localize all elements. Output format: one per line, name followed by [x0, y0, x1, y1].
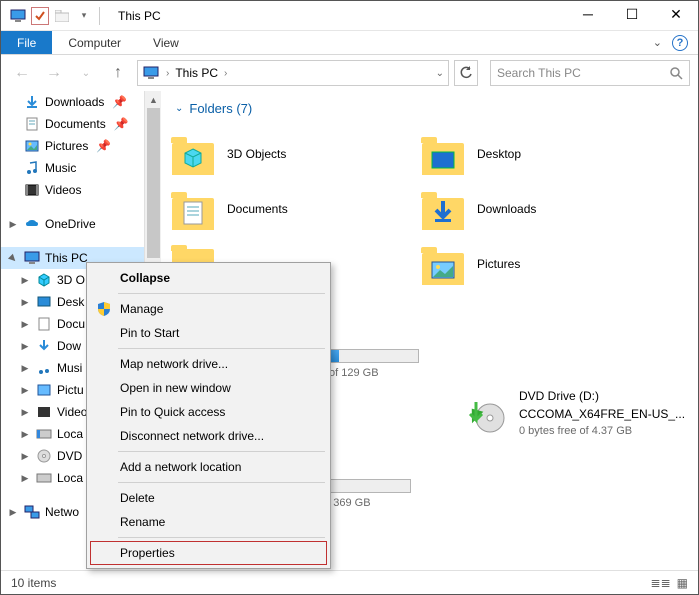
up-button[interactable]: ↑ — [105, 60, 131, 86]
ribbon: File Computer View ⌄ ? — [1, 31, 698, 55]
qat-dropdown-icon[interactable]: ▾ — [75, 7, 93, 25]
ctx-add-network-location[interactable]: Add a network location — [90, 455, 327, 479]
cube-icon — [35, 272, 53, 288]
drive-dvd[interactable]: DVD Drive (D:) CCCOMA_X64FRE_EN-US_... 0… — [461, 381, 685, 445]
ctx-map-drive[interactable]: Map network drive... — [90, 352, 327, 376]
pictures-icon — [23, 138, 41, 154]
ctx-rename[interactable]: Rename — [90, 510, 327, 534]
address-dropdown-icon[interactable]: ⌄ — [436, 68, 444, 79]
tree-item-onedrive[interactable]: ▶ OneDrive — [1, 213, 161, 235]
expand-ribbon-icon[interactable]: ⌄ — [653, 36, 662, 49]
context-menu: Collapse Manage Pin to Start Map network… — [86, 262, 331, 569]
details-view-icon[interactable]: ≣≣ — [651, 576, 671, 590]
cube-icon — [182, 147, 204, 169]
monitor-icon — [9, 7, 27, 25]
folder-desktop[interactable]: Desktop — [419, 126, 669, 181]
recent-dropdown[interactable]: ⌄ — [73, 60, 99, 86]
videos-icon — [35, 404, 53, 420]
title-bar: ▾ This PC ─ ☐ ✕ — [1, 1, 698, 31]
close-button[interactable]: ✕ — [654, 1, 698, 31]
separator — [99, 7, 100, 25]
dvd-icon — [35, 448, 53, 464]
folders-section-header[interactable]: ⌄ Folders (7) — [169, 97, 698, 126]
large-icons-view-icon[interactable]: ▦ — [677, 576, 688, 590]
navigation-bar: ← → ⌄ ↑ › This PC › ⌄ Search This PC — [1, 55, 698, 91]
pin-icon: 📌 — [114, 117, 129, 131]
help-icon[interactable]: ? — [672, 35, 688, 51]
downloads-icon — [431, 199, 455, 225]
status-bar: 10 items ≣≣ ▦ — [1, 570, 698, 594]
chevron-down-icon[interactable]: ▶ — [5, 250, 21, 266]
music-icon — [23, 160, 41, 176]
documents-icon — [35, 316, 53, 332]
forward-button[interactable]: → — [41, 60, 67, 86]
desktop-icon — [35, 294, 53, 310]
tree-item-videos[interactable]: Videos — [1, 179, 161, 201]
network-icon — [23, 504, 41, 520]
downloads-icon — [23, 94, 41, 110]
search-placeholder: Search This PC — [497, 66, 669, 80]
ctx-pin-start[interactable]: Pin to Start — [90, 321, 327, 345]
pin-icon: 📌 — [96, 139, 111, 153]
address-bar[interactable]: › This PC › ⌄ — [137, 60, 449, 86]
tree-item-downloads[interactable]: Downloads📌 — [1, 91, 161, 113]
folder-pictures[interactable]: Pictures — [419, 236, 669, 291]
downloads-icon — [35, 338, 53, 354]
ctx-collapse[interactable]: Collapse — [90, 266, 327, 290]
scroll-up-icon[interactable]: ▲ — [145, 91, 161, 108]
music-icon — [35, 360, 53, 376]
drive-icon — [35, 426, 53, 442]
drive-progress — [321, 479, 411, 493]
view-tab[interactable]: View — [137, 31, 195, 54]
refresh-button[interactable] — [454, 60, 478, 86]
file-tab[interactable]: File — [1, 31, 52, 54]
folder-3d-objects[interactable]: 3D Objects — [169, 126, 419, 181]
monitor-icon — [23, 250, 41, 266]
monitor-icon — [142, 65, 160, 81]
ctx-open-new-window[interactable]: Open in new window — [90, 376, 327, 400]
tree-item-pictures[interactable]: Pictures📌 — [1, 135, 161, 157]
pin-icon: 📌 — [112, 95, 127, 109]
onedrive-icon — [23, 216, 41, 232]
documents-icon — [23, 116, 41, 132]
drive-d[interactable]: of 369 GB — [321, 471, 411, 517]
ctx-manage[interactable]: Manage — [90, 297, 327, 321]
properties-check-icon[interactable] — [31, 7, 49, 25]
tree-item-documents[interactable]: Documents📌 — [1, 113, 161, 135]
dvd-icon — [461, 392, 509, 434]
address-label: This PC — [175, 66, 218, 80]
chevron-right-icon[interactable]: ▶ — [7, 219, 19, 230]
window-controls: ─ ☐ ✕ — [566, 1, 698, 31]
back-button[interactable]: ← — [9, 60, 35, 86]
documents-icon — [183, 201, 203, 225]
computer-tab[interactable]: Computer — [52, 31, 137, 54]
quick-access-toolbar: ▾ — [1, 7, 93, 25]
search-icon — [669, 66, 683, 80]
minimize-button[interactable]: ─ — [566, 1, 610, 31]
folder-downloads[interactable]: Downloads — [419, 181, 669, 236]
drive-progress — [329, 349, 419, 363]
new-folder-icon[interactable] — [53, 7, 71, 25]
pictures-icon — [431, 261, 455, 279]
tree-item-music[interactable]: Music — [1, 157, 161, 179]
ctx-delete[interactable]: Delete — [90, 486, 327, 510]
item-count: 10 items — [11, 576, 56, 590]
shield-icon — [95, 300, 113, 318]
folder-documents[interactable]: Documents — [169, 181, 419, 236]
chevron-down-icon: ⌄ — [175, 103, 183, 114]
scroll-thumb[interactable] — [147, 108, 160, 258]
desktop-icon — [431, 151, 455, 169]
ctx-disconnect-drive[interactable]: Disconnect network drive... — [90, 424, 327, 448]
maximize-button[interactable]: ☐ — [610, 1, 654, 31]
search-box[interactable]: Search This PC — [490, 60, 690, 86]
window-title: This PC — [118, 9, 161, 23]
ctx-pin-quick-access[interactable]: Pin to Quick access — [90, 400, 327, 424]
drive-icon — [35, 470, 53, 486]
pictures-icon — [35, 382, 53, 398]
ctx-properties[interactable]: Properties — [90, 541, 327, 565]
videos-icon — [23, 182, 41, 198]
